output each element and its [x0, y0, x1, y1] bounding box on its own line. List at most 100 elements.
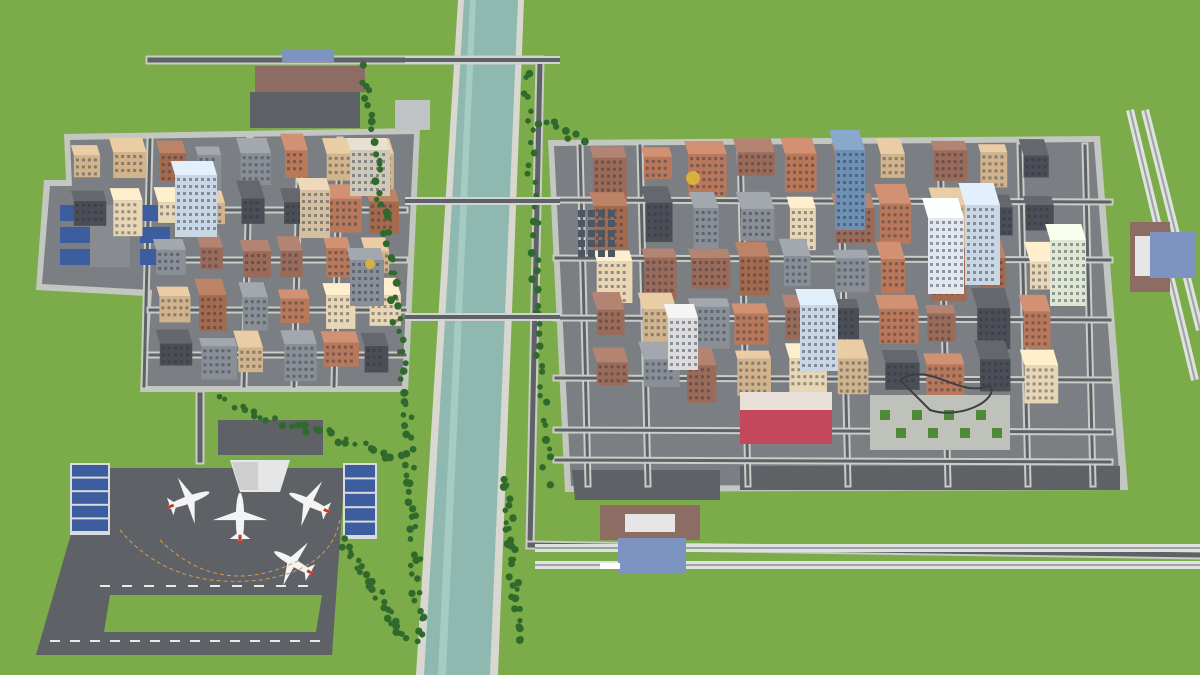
east-skyscraper-6-window	[694, 328, 697, 331]
west-building-window	[251, 254, 255, 258]
west-building-window	[282, 315, 286, 319]
east-building-window	[670, 288, 674, 292]
east-building-window	[881, 213, 885, 217]
west-building-window	[383, 319, 387, 323]
west-building-window	[294, 267, 298, 271]
west-building-window	[133, 154, 137, 158]
east-building-window	[706, 368, 710, 372]
west-building-window	[334, 305, 338, 309]
west-tower-window	[207, 192, 210, 195]
west-building-window	[213, 326, 217, 330]
east-skyscraper-5-window	[1082, 299, 1085, 302]
east-building-window	[787, 331, 791, 335]
west-tower-3-window	[370, 174, 373, 177]
north-east-tree	[564, 135, 572, 142]
east-skyscraper-2-window	[973, 222, 976, 225]
east-building-window	[855, 268, 859, 272]
west-building-window	[227, 363, 231, 367]
east-building-window	[702, 157, 706, 161]
lower-west-tree	[402, 401, 409, 408]
small-panel	[588, 230, 595, 237]
east-skyscraper-5-window	[1076, 271, 1079, 274]
west-building-window	[227, 349, 231, 353]
west-tower-window	[177, 213, 180, 216]
west-building-window	[292, 205, 296, 209]
east-building-window	[720, 192, 724, 196]
east-building-window	[1031, 165, 1035, 169]
runway-marking	[250, 640, 260, 642]
west-building-window	[288, 308, 292, 312]
east-skyscraper-5-window	[1064, 271, 1067, 274]
west-tower-window	[201, 220, 204, 223]
east-building-window	[845, 389, 849, 393]
east-building-window	[695, 224, 699, 228]
east-building-window	[1031, 314, 1035, 318]
airport-north-tree	[300, 421, 309, 430]
west-building-window	[251, 268, 255, 272]
west-building-window	[115, 161, 119, 165]
east-building-window	[849, 261, 853, 265]
east-building-window	[1044, 375, 1048, 379]
east-building-window	[837, 231, 841, 235]
west-canal-tree	[389, 256, 396, 263]
east-skyscraper-4-window	[802, 322, 805, 325]
west-building-window	[304, 346, 308, 350]
west-building-window	[249, 208, 253, 212]
west-building-window	[161, 170, 165, 174]
east-building-window	[736, 316, 740, 320]
east-building-window	[748, 232, 752, 236]
east-building-window	[670, 260, 674, 264]
west-building-window	[214, 264, 218, 268]
runway-marking	[270, 640, 280, 642]
east-building-window	[845, 375, 849, 379]
east-skyscraper-6-window	[670, 356, 673, 359]
west-tower-2-window	[326, 214, 329, 217]
west-dome-building-window	[358, 270, 361, 273]
east-building-window	[958, 367, 962, 371]
east-building-window	[809, 382, 813, 386]
east-skyscraper-3-window	[954, 235, 957, 238]
west-building-window	[244, 314, 248, 318]
west-building-window	[179, 313, 183, 317]
west-building-window	[293, 153, 297, 157]
west-building-window	[121, 224, 125, 228]
west-building-window	[246, 364, 250, 368]
east-building-window	[791, 382, 795, 386]
lower-west-tree	[405, 488, 412, 495]
west-tower-2-window	[326, 221, 329, 224]
east-cross-4	[554, 428, 1112, 434]
east-building-window	[793, 324, 797, 328]
east-skyscraper-5-window	[1076, 299, 1079, 302]
east-building-front	[885, 362, 920, 390]
west-building-window	[340, 156, 344, 160]
west-building-window	[201, 319, 205, 323]
east-building-window	[751, 169, 755, 173]
lower-east-tree	[515, 636, 524, 645]
east-building-window	[742, 337, 746, 341]
east-building-window	[710, 316, 714, 320]
east-building-window	[982, 162, 986, 166]
west-building-window	[341, 215, 345, 219]
east-building-window	[759, 287, 763, 291]
east-skyscraper-1-window	[837, 167, 840, 170]
train	[600, 563, 620, 569]
south-station-roof	[618, 538, 686, 574]
east-building-window	[861, 231, 865, 235]
east-building-window	[997, 324, 1001, 328]
east-building-window	[894, 262, 898, 266]
west-dome-building-window	[364, 291, 367, 294]
east-building-window	[1003, 310, 1007, 314]
east-building-window	[651, 369, 655, 373]
east-building-window	[988, 169, 992, 173]
east-building-window	[844, 324, 848, 328]
west-building-window	[353, 222, 357, 226]
east-building-window	[934, 381, 938, 385]
west-building-window	[121, 168, 125, 172]
runway-marking	[70, 640, 80, 642]
lower-east-tree	[508, 560, 515, 568]
east-skyscraper-1-window	[843, 195, 846, 198]
east-building-window	[670, 274, 674, 278]
west-tower-window	[195, 220, 198, 223]
west-tower-window	[195, 213, 198, 216]
east-canal-tree	[533, 285, 542, 294]
